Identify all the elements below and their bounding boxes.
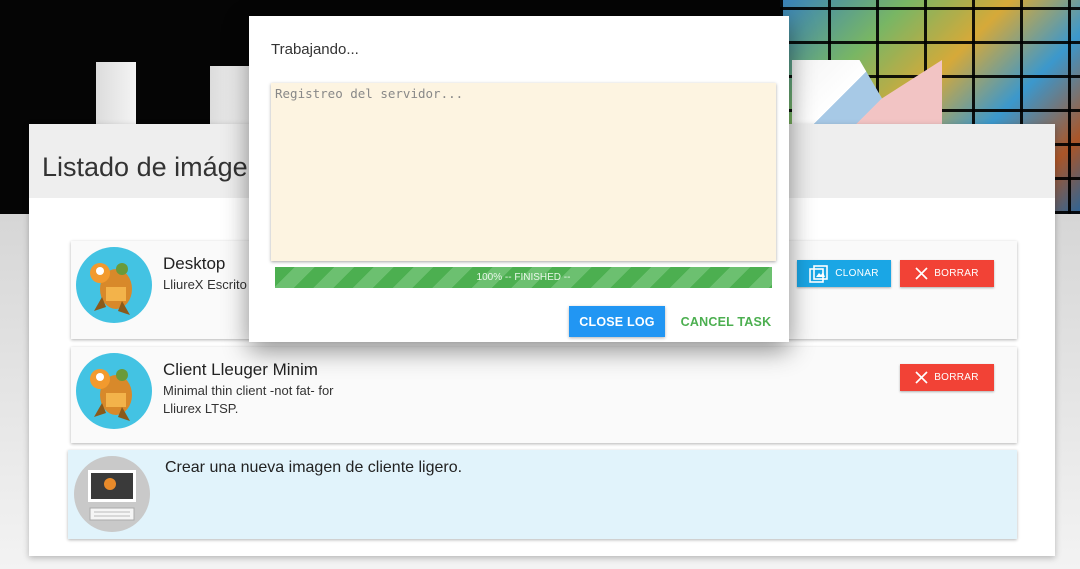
delete-button-label: BORRAR: [934, 268, 979, 279]
thin-client-computer-icon: [74, 456, 150, 532]
delete-button[interactable]: BORRAR: [900, 364, 994, 391]
progress-text: 100% -- FINISHED --: [476, 272, 571, 283]
image-description: Minimal thin client -not fat- for Lliure…: [163, 383, 334, 416]
task-dialog: Trabajando... 100% -- FINISHED -- CLOSE …: [249, 16, 789, 342]
photo-library-icon: [809, 264, 829, 283]
image-title: Desktop: [163, 254, 226, 273]
close-icon: [915, 371, 928, 384]
image-title: Client Lleuger Minim: [163, 360, 318, 379]
dialog-title: Trabajando...: [271, 41, 359, 58]
create-new-image-label: Crear una nueva imagen de cliente ligero…: [165, 459, 463, 476]
cancel-task-button[interactable]: CANCEL TASK: [675, 306, 777, 337]
clone-button-label: CLONAR: [835, 268, 879, 279]
close-icon: [915, 267, 928, 280]
delete-button[interactable]: BORRAR: [900, 260, 994, 287]
server-log-textarea[interactable]: [271, 83, 776, 261]
create-new-image-item[interactable]: Crear una nueva imagen de cliente ligero…: [68, 450, 1017, 539]
close-log-button[interactable]: CLOSE LOG: [569, 306, 665, 337]
lliurex-mascot-icon: [76, 247, 152, 323]
clone-button[interactable]: CLONAR: [797, 260, 891, 287]
lliurex-mascot-icon: [76, 353, 152, 429]
progress-bar: 100% -- FINISHED --: [275, 267, 772, 288]
image-item-client-lleuger-minim[interactable]: Client Lleuger Minim Minimal thin client…: [71, 347, 1017, 443]
delete-button-label: BORRAR: [934, 372, 979, 383]
